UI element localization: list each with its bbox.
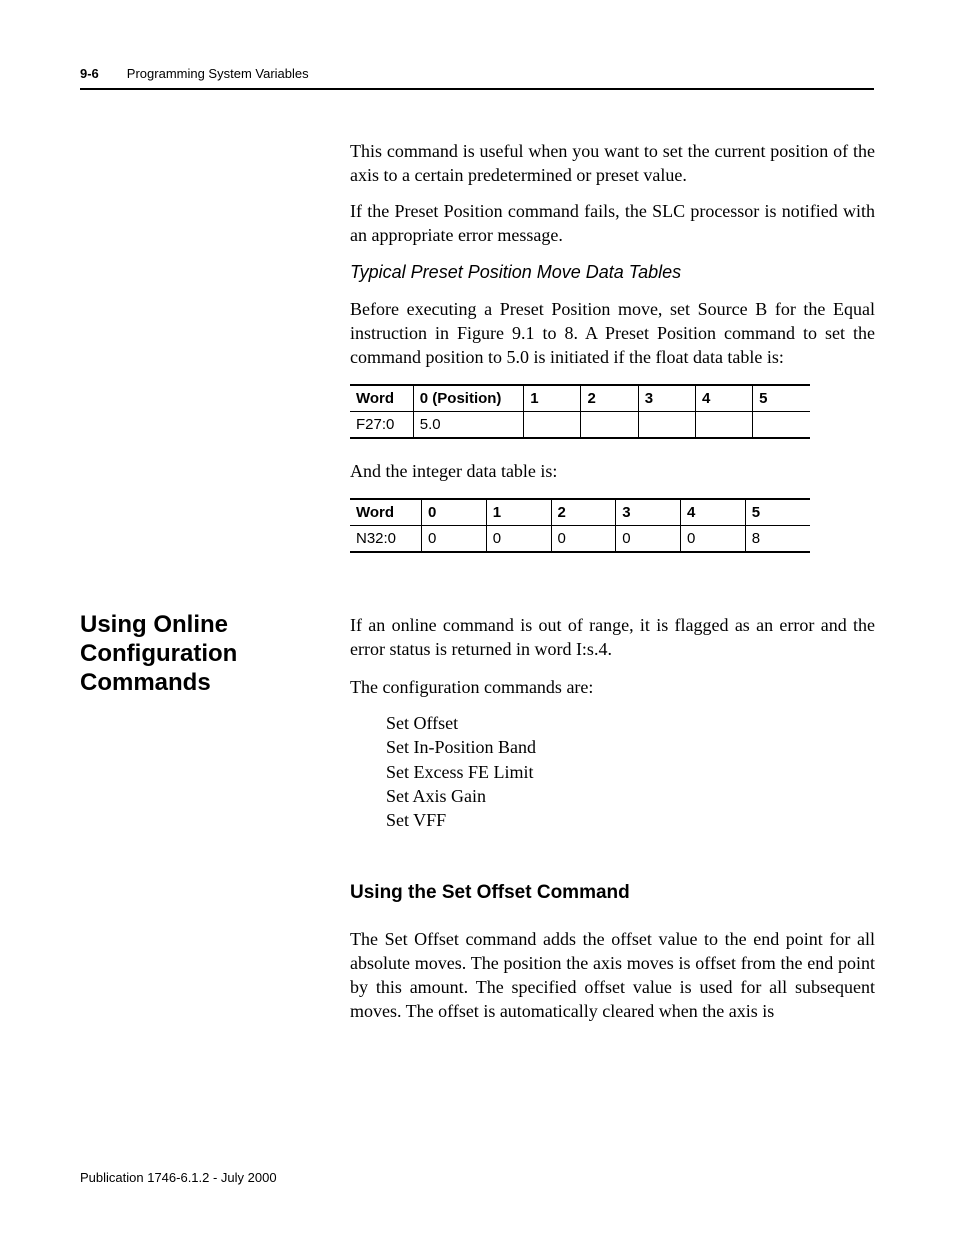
paragraph: Before executing a Preset Position move,…	[350, 298, 875, 370]
paragraph: The Set Offset command adds the offset v…	[350, 928, 875, 1024]
table-header-row: Word 0 (Position) 1 2 3 4 5	[350, 385, 810, 412]
running-header: 9-6 Programming System Variables	[80, 66, 874, 81]
table-header-row: Word 0 1 2 3 4 5	[350, 499, 810, 526]
table-cell: 0	[486, 526, 551, 553]
table-header-cell: 5	[745, 499, 810, 526]
table-header-cell: 5	[753, 385, 810, 412]
paragraph: If the Preset Position command fails, th…	[350, 200, 875, 248]
table-cell: 0	[680, 526, 745, 553]
subheading: Typical Preset Position Move Data Tables	[350, 262, 875, 283]
table-header-cell: 1	[486, 499, 551, 526]
header-rule	[80, 88, 874, 90]
table-cell	[695, 412, 752, 439]
table-header-cell: Word	[350, 499, 422, 526]
paragraph: And the integer data table is:	[350, 460, 875, 484]
list-item: Set Excess FE Limit	[350, 760, 875, 784]
table-header-cell: 2	[581, 385, 638, 412]
list-item: Set Axis Gain	[350, 784, 875, 808]
table-header-cell: 3	[616, 499, 681, 526]
table-cell: 5.0	[413, 412, 523, 439]
table-cell: F27:0	[350, 412, 413, 439]
table-header-cell: 4	[680, 499, 745, 526]
table-header-cell: 1	[524, 385, 581, 412]
subsection-heading: Using the Set Offset Command	[350, 882, 875, 904]
table-header-cell: 4	[695, 385, 752, 412]
table-cell: 8	[745, 526, 810, 553]
table-header-cell: Word	[350, 385, 413, 412]
table-cell	[638, 412, 695, 439]
table-cell: 0	[616, 526, 681, 553]
list-item: Set Offset	[350, 711, 875, 735]
table-row: F27:0 5.0	[350, 412, 810, 439]
table-header-cell: 3	[638, 385, 695, 412]
table-cell	[753, 412, 810, 439]
chapter-title: Programming System Variables	[127, 66, 309, 81]
table-cell: 0	[422, 526, 487, 553]
paragraph: The configuration commands are:	[350, 676, 875, 700]
integer-data-table: Word 0 1 2 3 4 5 N32:0 0 0 0 0 0 8	[350, 498, 810, 553]
section-heading: Using Online Configuration Commands	[80, 611, 330, 697]
table-cell: 0	[551, 526, 616, 553]
paragraph: This command is useful when you want to …	[350, 140, 875, 188]
list-item: Set VFF	[350, 808, 875, 832]
table-cell	[524, 412, 581, 439]
publication-footer: Publication 1746-6.1.2 - July 2000	[80, 1170, 277, 1185]
table-cell: N32:0	[350, 526, 422, 553]
page-number: 9-6	[80, 66, 99, 81]
list-item: Set In-Position Band	[350, 735, 875, 759]
table-row: N32:0 0 0 0 0 0 8	[350, 526, 810, 553]
table-header-cell: 2	[551, 499, 616, 526]
float-data-table: Word 0 (Position) 1 2 3 4 5 F27:0 5.0	[350, 384, 810, 439]
table-header-cell: 0	[422, 499, 487, 526]
table-cell	[581, 412, 638, 439]
table-header-cell: 0 (Position)	[413, 385, 523, 412]
paragraph: If an online command is out of range, it…	[350, 614, 875, 662]
